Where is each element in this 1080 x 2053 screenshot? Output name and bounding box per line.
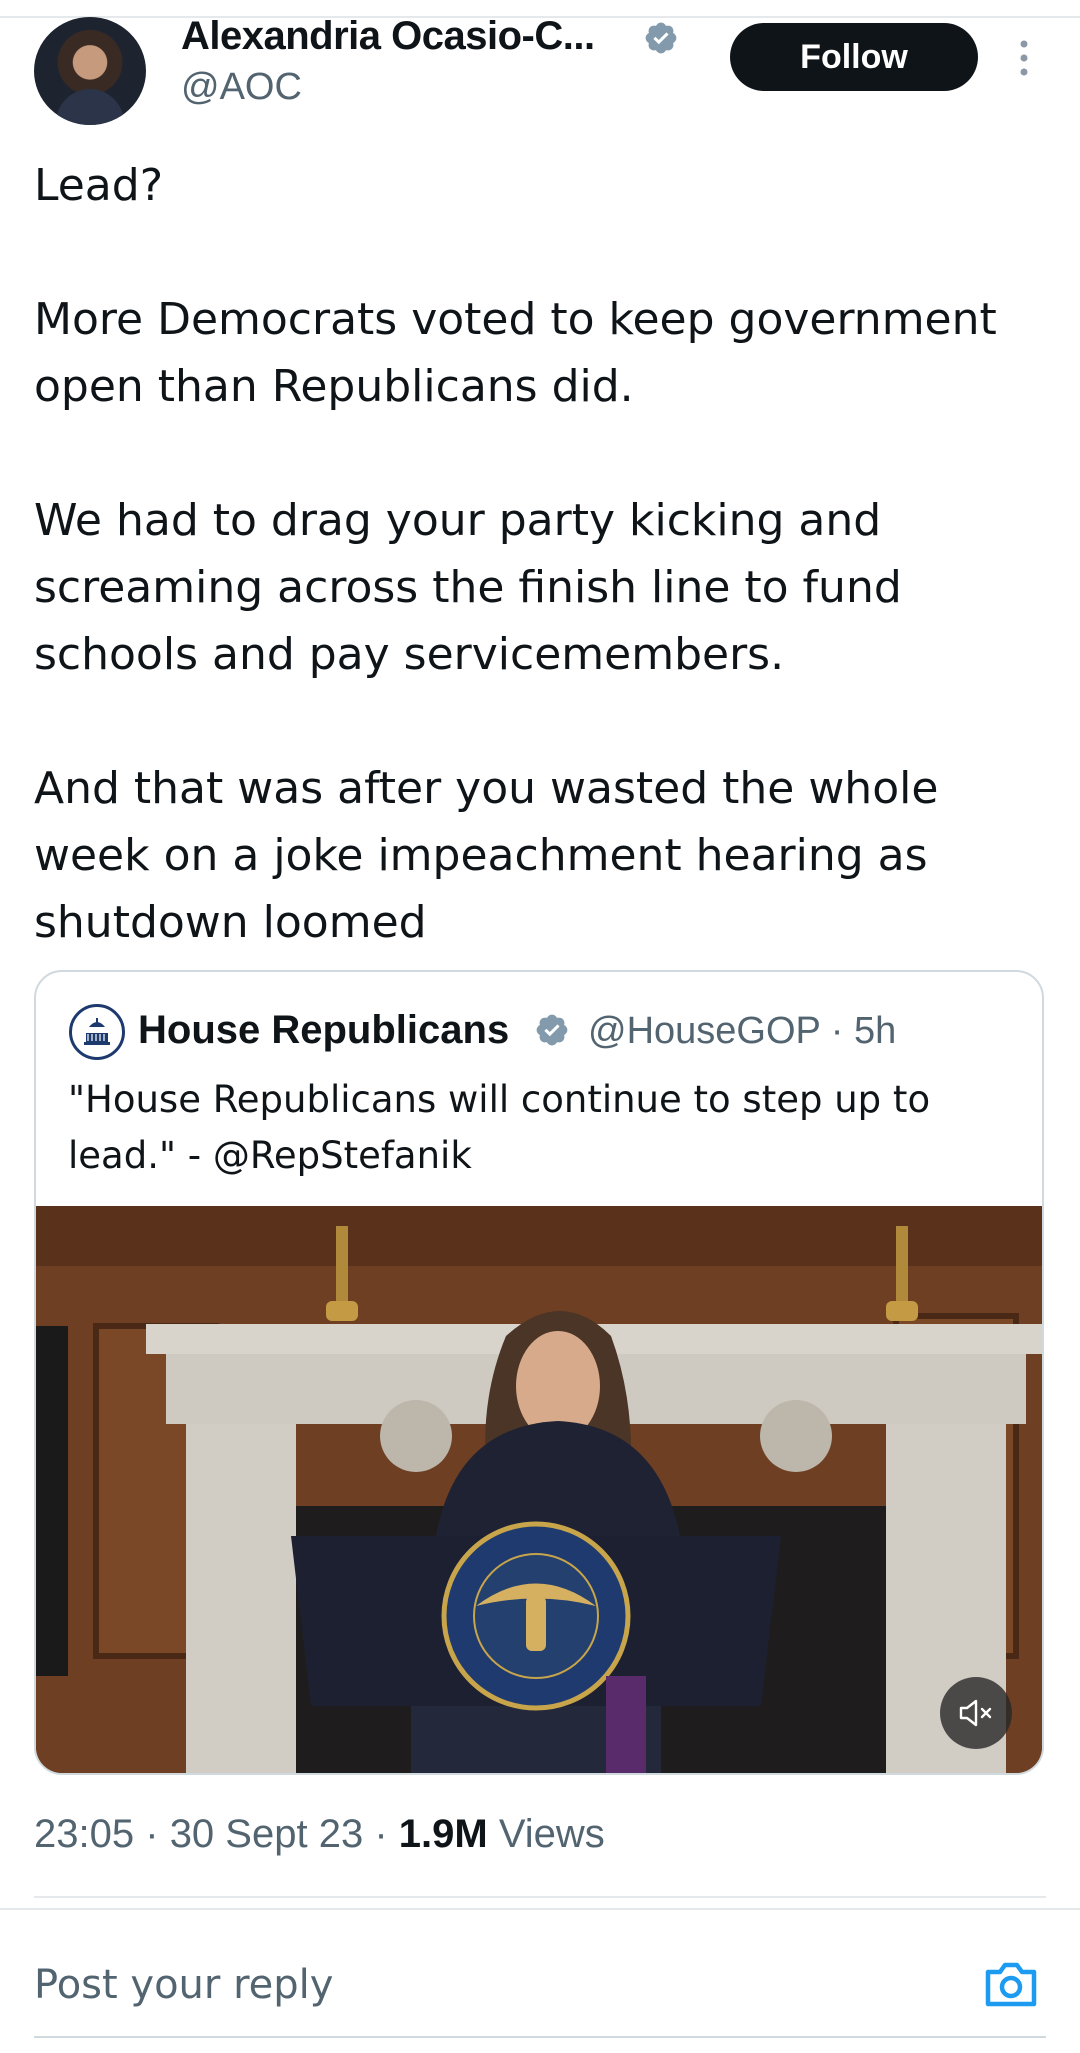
quoted-handle[interactable]: @HouseGOP (588, 1010, 820, 1052)
author-handle[interactable]: @AOC (181, 66, 302, 109)
author-display-name[interactable]: Alexandria Ocasio-C... (181, 14, 595, 59)
capitol-logo-icon (84, 1018, 110, 1045)
tweet-paragraph: More Democrats voted to keep government … (34, 294, 997, 412)
quoted-tweet-text: "House Republicans will continue to step… (68, 1078, 931, 1177)
separator-dot: · (830, 1010, 844, 1052)
reply-input[interactable] (34, 1950, 934, 2020)
follow-button[interactable]: Follow (730, 23, 978, 91)
tweet-meta: 23:05 · 30 Sept 23 · 1.9M Views (34, 1812, 605, 1857)
quoted-display-name[interactable]: House Republicans (138, 1008, 509, 1053)
author-avatar[interactable] (34, 17, 146, 125)
separator-dot: · (374, 1812, 388, 1856)
tweet-paragraph: Lead? (34, 160, 164, 211)
video-frame (36, 1206, 1042, 1773)
separator-dot: · (145, 1812, 159, 1856)
quoted-meta: @HouseGOP · 5h (588, 1010, 896, 1053)
tweet-date[interactable]: 30 Sept 23 (170, 1812, 364, 1856)
tweet-text: Lead? More Democrats voted to keep gover… (34, 152, 1044, 956)
divider (0, 1908, 1080, 1910)
quoted-time[interactable]: 5h (854, 1010, 896, 1052)
verified-badge-icon (645, 22, 677, 54)
views-label: Views (498, 1812, 605, 1856)
divider (34, 2036, 1046, 2038)
camera-icon[interactable] (982, 1958, 1040, 2010)
tweet-time[interactable]: 23:05 (34, 1812, 134, 1856)
volume-muted-icon (959, 1699, 992, 1727)
more-options-icon[interactable] (1014, 38, 1034, 78)
verified-badge-icon (536, 1014, 568, 1046)
tweet-paragraph: And that was after you wasted the whole … (34, 763, 939, 948)
quoted-tweet-card[interactable]: House Republicans @HouseGOP · 5h "House … (34, 970, 1044, 1775)
divider (34, 1896, 1046, 1898)
quoted-video[interactable] (36, 1206, 1042, 1773)
mute-button[interactable] (940, 1677, 1012, 1749)
views-count[interactable]: 1.9M (399, 1812, 488, 1856)
quoted-author-avatar[interactable] (69, 1004, 125, 1060)
tweet-paragraph: We had to drag your party kicking and sc… (34, 495, 902, 680)
